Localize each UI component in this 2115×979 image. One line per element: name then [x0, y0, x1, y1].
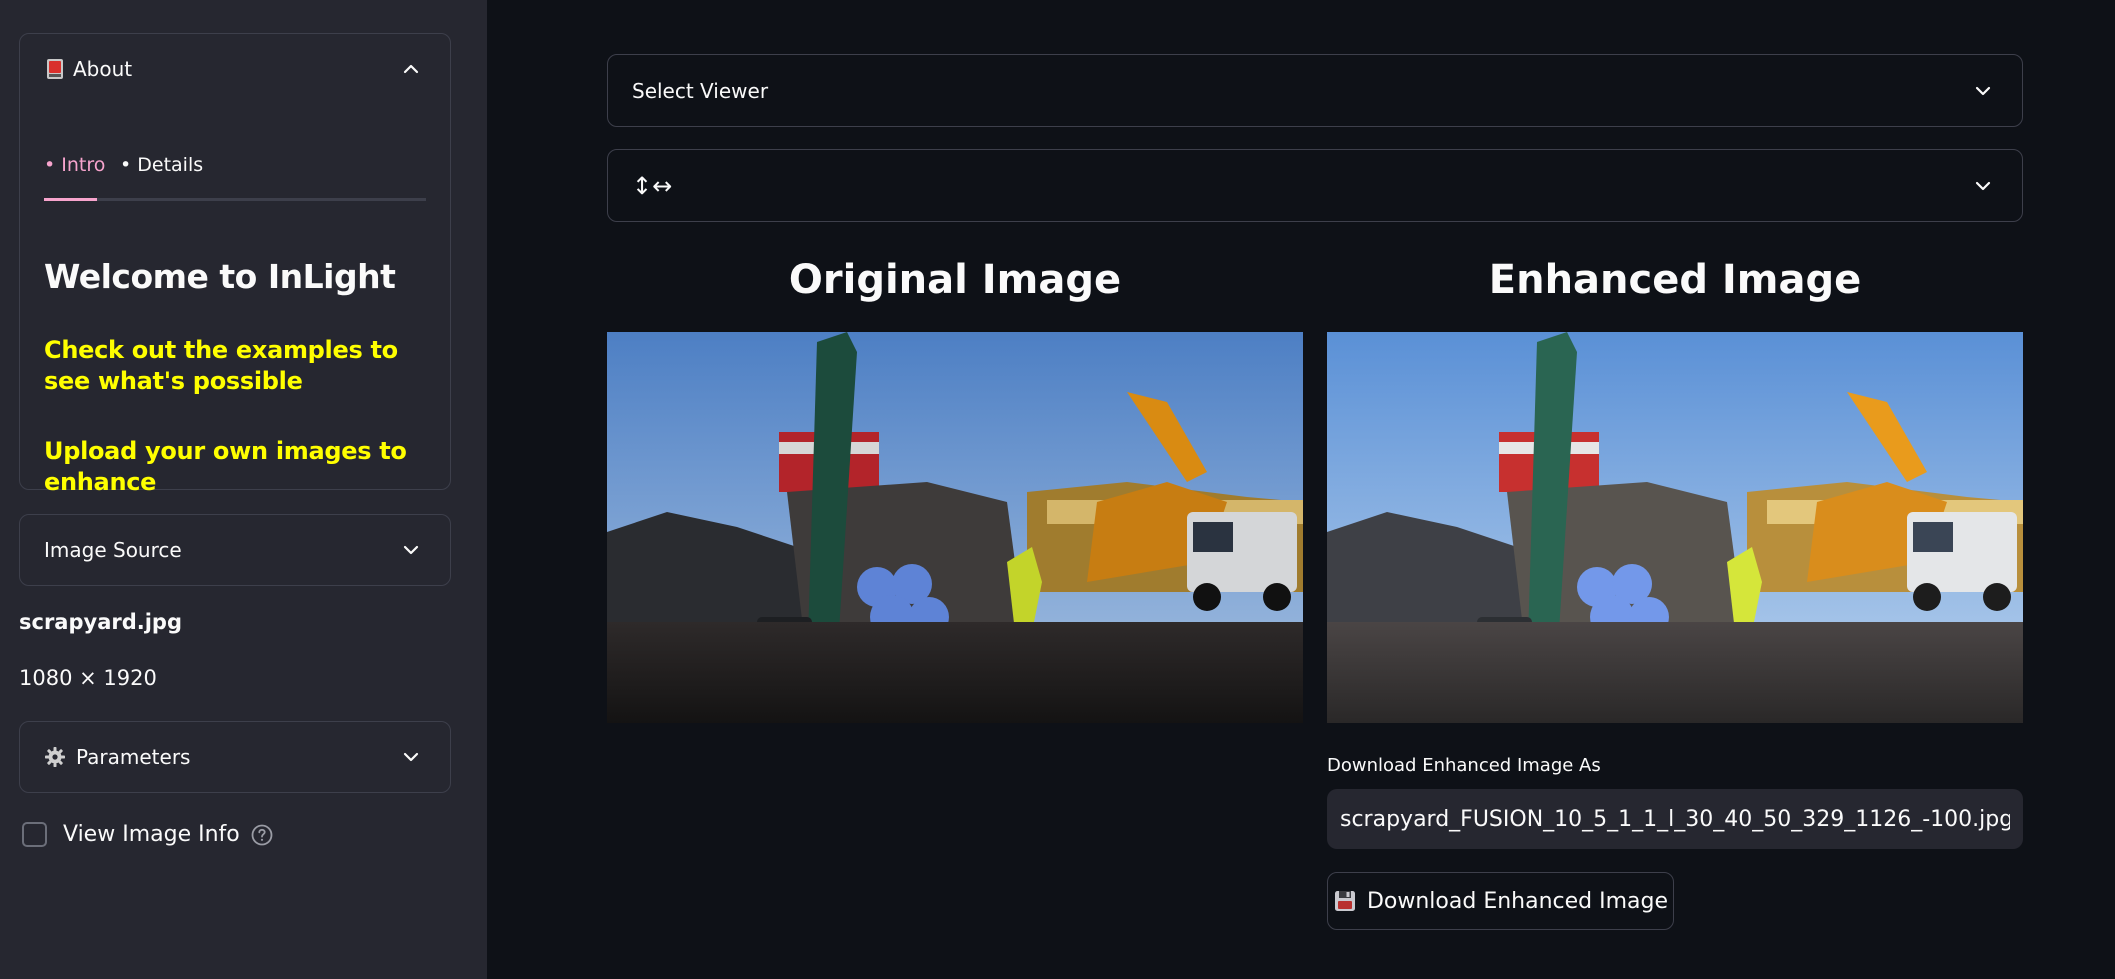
active-tab-indicator — [44, 198, 97, 201]
viewer-select[interactable]: Select Viewer — [607, 54, 2023, 127]
chevron-down-icon[interactable] — [400, 746, 422, 768]
viewer-select-value: Select Viewer — [632, 78, 769, 103]
enhanced-image-title: Enhanced Image — [1488, 257, 1862, 303]
examples-tip: Check out the examples to see what's pos… — [44, 336, 398, 395]
original-image — [607, 332, 1303, 723]
chevron-up-icon[interactable] — [400, 58, 422, 80]
app: About • Intro • Details Welcome to InLig… — [0, 0, 2115, 979]
about-expander: About • Intro • Details Welcome to InLig… — [19, 33, 451, 496]
download-filename-label: Download Enhanced Image As — [1327, 755, 1601, 776]
original-image-title: Original Image — [788, 257, 1122, 303]
view-image-info-label[interactable]: View Image Info — [63, 822, 240, 847]
chevron-down-icon[interactable] — [1972, 175, 1994, 197]
about-header[interactable]: About — [20, 34, 450, 104]
view-image-info-row: View Image Info — [22, 822, 274, 847]
view-image-info-checkbox[interactable] — [22, 822, 47, 847]
about-tabs: • Intro • Details — [44, 120, 426, 201]
image-source-expander[interactable]: Image Source — [19, 514, 451, 586]
tab-details[interactable]: • Details — [120, 154, 203, 176]
parameters-header[interactable]: Parameters — [20, 722, 450, 792]
welcome-heading: Welcome to InLight — [44, 257, 396, 296]
parameters-expander[interactable]: Parameters — [19, 721, 451, 793]
download-button-label: Download Enhanced Image — [1366, 888, 1669, 914]
orientation-select[interactable]: ↕↔ — [607, 149, 2023, 222]
floppy-disk-icon — [1333, 889, 1357, 913]
orientation-select-value: ↕↔ — [632, 171, 673, 200]
file-dimensions: 1080 × 1920 — [19, 666, 157, 690]
gear-icon — [44, 746, 66, 768]
tab-intro[interactable]: • Intro — [44, 154, 105, 176]
download-enhanced-button[interactable]: Download Enhanced Image — [1327, 872, 1674, 930]
upload-tip: Upload your own images to enhance — [44, 437, 407, 496]
red-card-icon — [44, 58, 66, 80]
image-source-header[interactable]: Image Source — [20, 515, 450, 585]
sidebar: About • Intro • Details Welcome to InLig… — [0, 0, 487, 979]
help-icon[interactable] — [250, 823, 274, 847]
enhanced-image — [1327, 332, 2023, 723]
chevron-down-icon[interactable] — [400, 539, 422, 561]
image-source-title: Image Source — [44, 538, 182, 562]
parameters-title: Parameters — [76, 745, 191, 769]
about-title: About — [73, 57, 133, 81]
file-name: scrapyard.jpg — [19, 610, 182, 634]
chevron-down-icon[interactable] — [1972, 80, 1994, 102]
download-filename-input[interactable] — [1327, 789, 2023, 849]
